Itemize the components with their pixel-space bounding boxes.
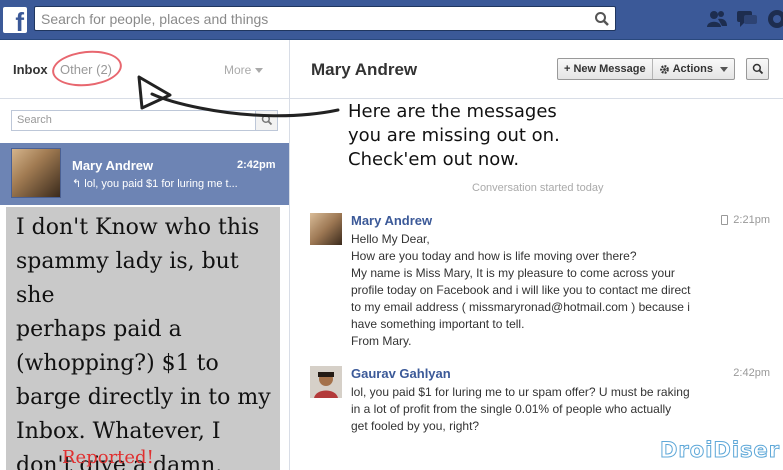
message-timestamp: 2:21pm (721, 214, 770, 226)
annotation-note-text: I don't Know who this spammy lady is, bu… (16, 211, 278, 470)
thread-snippet: ↰ lol, you paid $1 for luring me t... (72, 178, 238, 190)
message-time-text: 2:21pm (733, 214, 770, 226)
folder-tabs: Inbox Other (2) More (0, 40, 289, 98)
friends-icon[interactable] (706, 8, 728, 30)
avatar (11, 148, 61, 198)
mobile-phone-icon (721, 215, 729, 226)
note-line: (whopping?) $1 to (16, 351, 219, 376)
message-sender-name[interactable]: Gaurav Gahlyan (351, 366, 451, 381)
actions-button[interactable]: Actions (651, 59, 734, 79)
conversation-panel: Mary Andrew + New Message Actions Here ar… (290, 40, 783, 470)
message-search-button[interactable] (255, 111, 277, 130)
divider (290, 98, 783, 99)
reported-label: Reported! (62, 447, 154, 468)
note-line: I don't Know who this (16, 215, 260, 240)
message-search-input[interactable]: Search (11, 110, 278, 131)
conversation-search-button[interactable] (746, 58, 769, 80)
page: f Search for people, places and things I… (0, 0, 783, 470)
message-line: How are you today and how is life moving… (351, 249, 637, 263)
search-icon (752, 63, 764, 75)
message-line: in a lot of profit from the single 0.01%… (351, 402, 672, 416)
message-line: lol, you paid $1 for luring me to ur spa… (351, 385, 690, 399)
logo-letter: f (15, 7, 24, 37)
search-icon (261, 114, 273, 126)
divider (0, 98, 289, 99)
message-line: to my email address ( missmaryronad@hotm… (351, 300, 690, 314)
thread-timestamp: 2:42pm (237, 159, 276, 171)
message-body: Hello My Dear, How are you today and how… (351, 231, 731, 350)
thread-sender-name: Mary Andrew (72, 158, 154, 173)
plus-icon: + (564, 63, 571, 75)
message-item: Gaurav Gahlyan 2:42pm lol, you paid $1 f… (310, 366, 775, 436)
message-line: profile today on Facebook and i will lik… (351, 283, 691, 297)
tab-inbox[interactable]: Inbox (13, 62, 48, 77)
message-item: Mary Andrew 2:21pm Hello My Dear, How ar… (310, 213, 775, 353)
avatar[interactable] (310, 213, 342, 245)
message-search-placeholder: Search (17, 114, 52, 126)
chevron-down-icon (255, 68, 264, 74)
facebook-logo[interactable]: f (3, 7, 27, 37)
search-icon[interactable] (594, 11, 610, 27)
thread-item-selected[interactable]: Mary Andrew 2:42pm ↰ lol, you paid $1 fo… (0, 143, 289, 205)
message-line: get fooled by you, right? (351, 419, 480, 433)
annotation-callout-text: Here are the messages you are missing ou… (348, 100, 608, 172)
new-message-label: New Message (573, 63, 646, 75)
conversation-toolbar: + New Message Actions (557, 58, 735, 80)
message-sender-name[interactable]: Mary Andrew (351, 213, 432, 228)
global-search-input[interactable]: Search for people, places and things (34, 6, 616, 31)
annotation-note-box: I don't Know who this spammy lady is, bu… (6, 207, 280, 470)
message-timestamp: 2:42pm (733, 367, 770, 379)
note-line: perhaps paid a (16, 317, 182, 342)
top-bar: f Search for people, places and things (0, 0, 783, 40)
watermark-logo: DroiDiser (659, 438, 781, 463)
annotation-line: Here are the messages (348, 101, 557, 122)
thread-list-panel: Inbox Other (2) More Search Mary Andrew … (0, 40, 289, 470)
annotation-line: Check'em out now. (348, 149, 520, 170)
note-line: spammy lady is, but she (16, 249, 239, 308)
more-dropdown[interactable]: More (224, 63, 264, 77)
actions-label: Actions (672, 63, 713, 75)
more-label: More (224, 63, 252, 77)
message-line: My name is Miss Mary, It is my pleasure … (351, 266, 675, 280)
messages-icon[interactable] (736, 8, 758, 30)
note-line: barge directly in to my (16, 385, 271, 410)
global-search-placeholder: Search for people, places and things (41, 11, 269, 27)
conversation-title: Mary Andrew (311, 60, 418, 79)
annotation-circle (50, 47, 124, 90)
annotation-line: you are missing out on. (348, 125, 560, 146)
avatar[interactable] (310, 366, 342, 398)
chevron-down-icon (719, 66, 728, 72)
message-line: have something important to tell. (351, 317, 525, 331)
message-line: From Mary. (351, 334, 412, 348)
notifications-icon[interactable] (766, 8, 783, 30)
message-body: lol, you paid $1 for luring me to ur spa… (351, 384, 731, 435)
new-message-button[interactable]: + New Message (558, 59, 652, 79)
message-line: Hello My Dear, (351, 232, 430, 246)
note-line: Inbox. Whatever, I (16, 419, 221, 444)
conversation-started-label: Conversation started today (472, 182, 604, 194)
gear-icon (659, 64, 669, 74)
top-icons (706, 8, 783, 30)
